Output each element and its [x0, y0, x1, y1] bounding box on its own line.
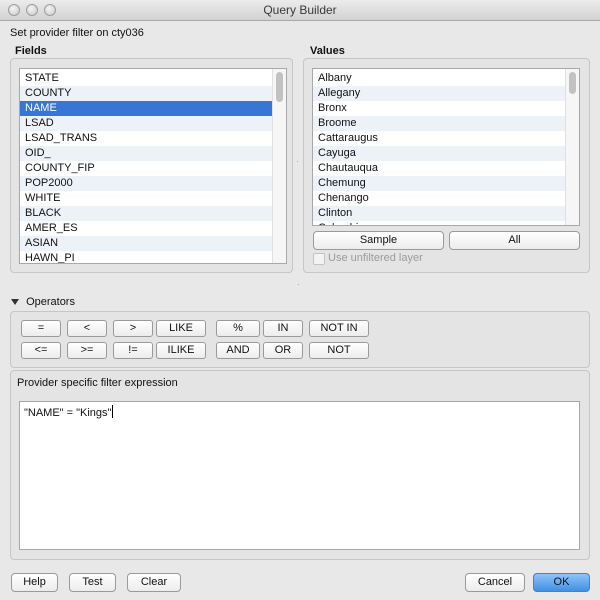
- splitter-handle-icon[interactable]: ·: [296, 158, 300, 166]
- values-label: Values: [310, 45, 345, 57]
- clear-button[interactable]: Clear: [127, 573, 181, 592]
- field-list-item[interactable]: BLACK: [20, 206, 286, 221]
- value-list-item[interactable]: Chautauqua: [313, 161, 579, 176]
- value-list-item[interactable]: Columbia: [313, 221, 579, 225]
- operator-button[interactable]: <=: [21, 342, 61, 359]
- operator-button[interactable]: >=: [67, 342, 107, 359]
- title-bar: Query Builder: [0, 0, 600, 21]
- field-list-item[interactable]: COUNTY_FIP: [20, 161, 286, 176]
- field-list-item[interactable]: HAWN_PI: [20, 251, 286, 263]
- value-list-item[interactable]: Allegany: [313, 86, 579, 101]
- value-list-item[interactable]: Bronx: [313, 101, 579, 116]
- field-list-item[interactable]: LSAD: [20, 116, 286, 131]
- value-list-item[interactable]: Chenango: [313, 191, 579, 206]
- fields-label: Fields: [15, 45, 47, 57]
- fields-scroll-thumb[interactable]: [276, 72, 283, 102]
- expression-label: Provider specific filter expression: [17, 377, 178, 389]
- cancel-button[interactable]: Cancel: [465, 573, 525, 592]
- operators-panel: = < > LIKE% IN NOT IN <= >= != ILIKE AND OR NOT: [10, 311, 590, 368]
- operators-label: Operators: [26, 296, 75, 308]
- operator-button[interactable]: NOT IN: [309, 320, 369, 337]
- operator-button[interactable]: NOT: [309, 342, 369, 359]
- operator-button[interactable]: %: [216, 320, 260, 337]
- operator-button[interactable]: !=: [113, 342, 153, 359]
- field-list-item[interactable]: WHITE: [20, 191, 286, 206]
- use-unfiltered-label: Use unfiltered layer: [328, 252, 423, 264]
- header-text: Set provider filter on cty036: [10, 27, 144, 39]
- test-button[interactable]: Test: [69, 573, 116, 592]
- operator-button[interactable]: <: [67, 320, 107, 337]
- expression-editor[interactable]: "NAME" = "Kings": [19, 401, 580, 550]
- field-list-item[interactable]: AMER_ES: [20, 221, 286, 236]
- sample-button[interactable]: Sample: [313, 231, 444, 250]
- operators-header[interactable]: Operators: [11, 296, 75, 308]
- ok-button[interactable]: OK: [533, 573, 590, 592]
- value-list-item[interactable]: Clinton: [313, 206, 579, 221]
- use-unfiltered-checkbox[interactable]: [313, 253, 325, 265]
- field-list-item[interactable]: OID_: [20, 146, 286, 161]
- field-list-item[interactable]: NAME: [20, 101, 286, 116]
- operator-button[interactable]: ILIKE: [156, 342, 206, 359]
- text-cursor: [112, 405, 114, 418]
- field-list-item[interactable]: POP2000: [20, 176, 286, 191]
- operator-button[interactable]: OR: [263, 342, 303, 359]
- field-list-item[interactable]: STATE: [20, 71, 286, 86]
- operator-button[interactable]: IN: [263, 320, 303, 337]
- operator-button[interactable]: AND: [216, 342, 260, 359]
- splitter-handle-2-icon[interactable]: ·: [297, 281, 301, 289]
- value-list-item[interactable]: Albany: [313, 71, 579, 86]
- operator-button[interactable]: =: [21, 320, 61, 337]
- values-scrollbar[interactable]: [565, 69, 579, 225]
- field-list-item[interactable]: COUNTY: [20, 86, 286, 101]
- all-button[interactable]: All: [449, 231, 580, 250]
- value-list-item[interactable]: Chemung: [313, 176, 579, 191]
- values-list[interactable]: Albany Allegany Bronx Broome Cattaraugus Cayu…: [312, 68, 580, 226]
- window-title: Query Builder: [263, 3, 337, 17]
- value-list-item[interactable]: Cattaraugus: [313, 131, 579, 146]
- operator-button[interactable]: >: [113, 320, 153, 337]
- operator-button[interactable]: LIKE: [156, 320, 206, 337]
- field-list-item[interactable]: ASIAN: [20, 236, 286, 251]
- disclosure-triangle-icon: [11, 299, 19, 305]
- value-list-item[interactable]: Broome: [313, 116, 579, 131]
- expression-text: "NAME" = "Kings": [24, 407, 112, 419]
- value-list-item[interactable]: Cayuga: [313, 146, 579, 161]
- field-list-item[interactable]: LSAD_TRANS: [20, 131, 286, 146]
- fields-scrollbar[interactable]: [272, 69, 286, 263]
- help-button[interactable]: Help: [11, 573, 58, 592]
- values-scroll-thumb[interactable]: [569, 72, 576, 94]
- fields-list[interactable]: STATE COUNTY NAME LSAD LSAD_TRANS OID_ COUNTY_…: [19, 68, 287, 264]
